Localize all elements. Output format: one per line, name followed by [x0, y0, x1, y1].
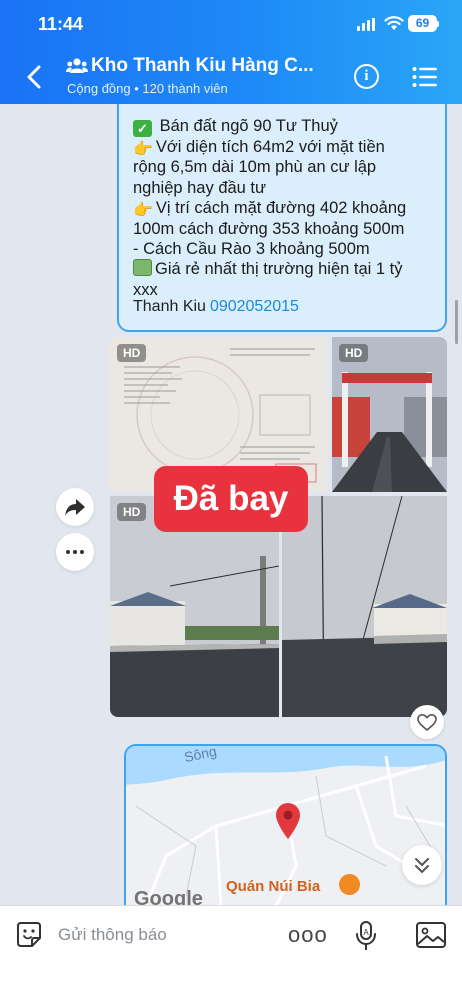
photo-wide-road[interactable]: [282, 496, 447, 717]
message-line: Giá rẻ nhất thị trường hiện tại 1 tỷ: [155, 260, 403, 279]
battery-tip: [437, 21, 439, 27]
battery-indicator: 69: [408, 15, 437, 32]
chevron-double-down-icon: [415, 858, 429, 874]
location-map[interactable]: Sông Quán Núi Bia Google: [124, 744, 447, 905]
message-line: Với diện tích 64m2 với mặt tiền: [155, 138, 385, 156]
map-place-label: Quán Núi Bia: [226, 878, 321, 895]
svg-text:A: A: [363, 928, 369, 937]
message-line: Vị trí cách mặt đường 402 khoảng: [155, 199, 407, 218]
message-line: rộng 6,5m dài 10m phù an cư lập: [133, 158, 377, 177]
money-icon: [133, 259, 152, 277]
scroll-to-bottom-button[interactable]: [402, 845, 442, 885]
restaurant-icon: [339, 874, 360, 895]
message-input[interactable]: Gửi thông báo: [58, 925, 167, 945]
photo-street-gate[interactable]: HD: [332, 337, 447, 492]
message-bubble[interactable]: ✓ Bán đất ngõ 90 Tư Thuỷ 👉 Với diện tích …: [117, 104, 447, 332]
community-icon: [66, 58, 88, 73]
more-actions-button[interactable]: ooo: [288, 924, 328, 946]
hd-badge: HD: [117, 344, 147, 362]
microphone-icon[interactable]: A: [354, 920, 378, 952]
heart-icon: [417, 713, 437, 732]
battery-level: 69: [415, 16, 430, 30]
message-line: Bán đất ngõ 90 Tư Thuỷ: [159, 117, 338, 135]
composer-bar: Gửi thông báo ooo A: [0, 905, 462, 1000]
message-text: ✓ Bán đất ngõ 90 Tư Thuỷ 👉 Với diện tích …: [133, 116, 443, 300]
pointing-hand-icon: 👉: [133, 202, 153, 220]
wide-road-illustration: [282, 496, 447, 717]
message-line: 100m cách đường 353 khoảng 500m: [133, 219, 405, 238]
wifi-icon: [384, 16, 404, 30]
image-icon[interactable]: [415, 920, 447, 950]
share-icon: [65, 499, 85, 516]
share-button[interactable]: [56, 488, 94, 526]
check-mark-icon: ✓: [133, 120, 152, 137]
message-line: nghiệp hay đầu tư: [133, 178, 267, 197]
location-pin-icon: [276, 803, 300, 839]
pointing-hand-icon: 👉: [133, 141, 153, 158]
info-icon[interactable]: i: [354, 64, 379, 89]
sold-label: Đã bay: [154, 466, 308, 532]
hd-badge: HD: [117, 503, 147, 521]
message-line: - Cách Cầu Rào 3 khoảng 500m: [133, 240, 370, 259]
status-time: 11:44: [38, 14, 84, 34]
sticker-icon[interactable]: [14, 920, 44, 950]
reaction-button[interactable]: [410, 705, 444, 739]
sender-name: Thanh Kiu: [133, 298, 206, 315]
top-bar: 11:44 69 Kho Thanh Kiu Hàng C... Cộng đồ…: [0, 0, 462, 104]
more-icon: [66, 550, 84, 554]
phone-link[interactable]: 0902052015: [210, 298, 299, 315]
hd-badge: HD: [339, 344, 369, 362]
signal-icon: [357, 18, 375, 31]
group-title[interactable]: Kho Thanh Kiu Hàng C...: [91, 55, 314, 77]
back-arrow-icon[interactable]: [24, 64, 46, 90]
group-subtitle: Cộng đồng • 120 thành viên: [67, 81, 228, 96]
sender-line: Thanh Kiu 0902052015: [133, 298, 299, 316]
scroll-indicator[interactable]: [455, 300, 458, 344]
more-options-button[interactable]: [56, 533, 94, 571]
google-logo: Google: [134, 888, 203, 905]
menu-icon[interactable]: [412, 66, 438, 88]
